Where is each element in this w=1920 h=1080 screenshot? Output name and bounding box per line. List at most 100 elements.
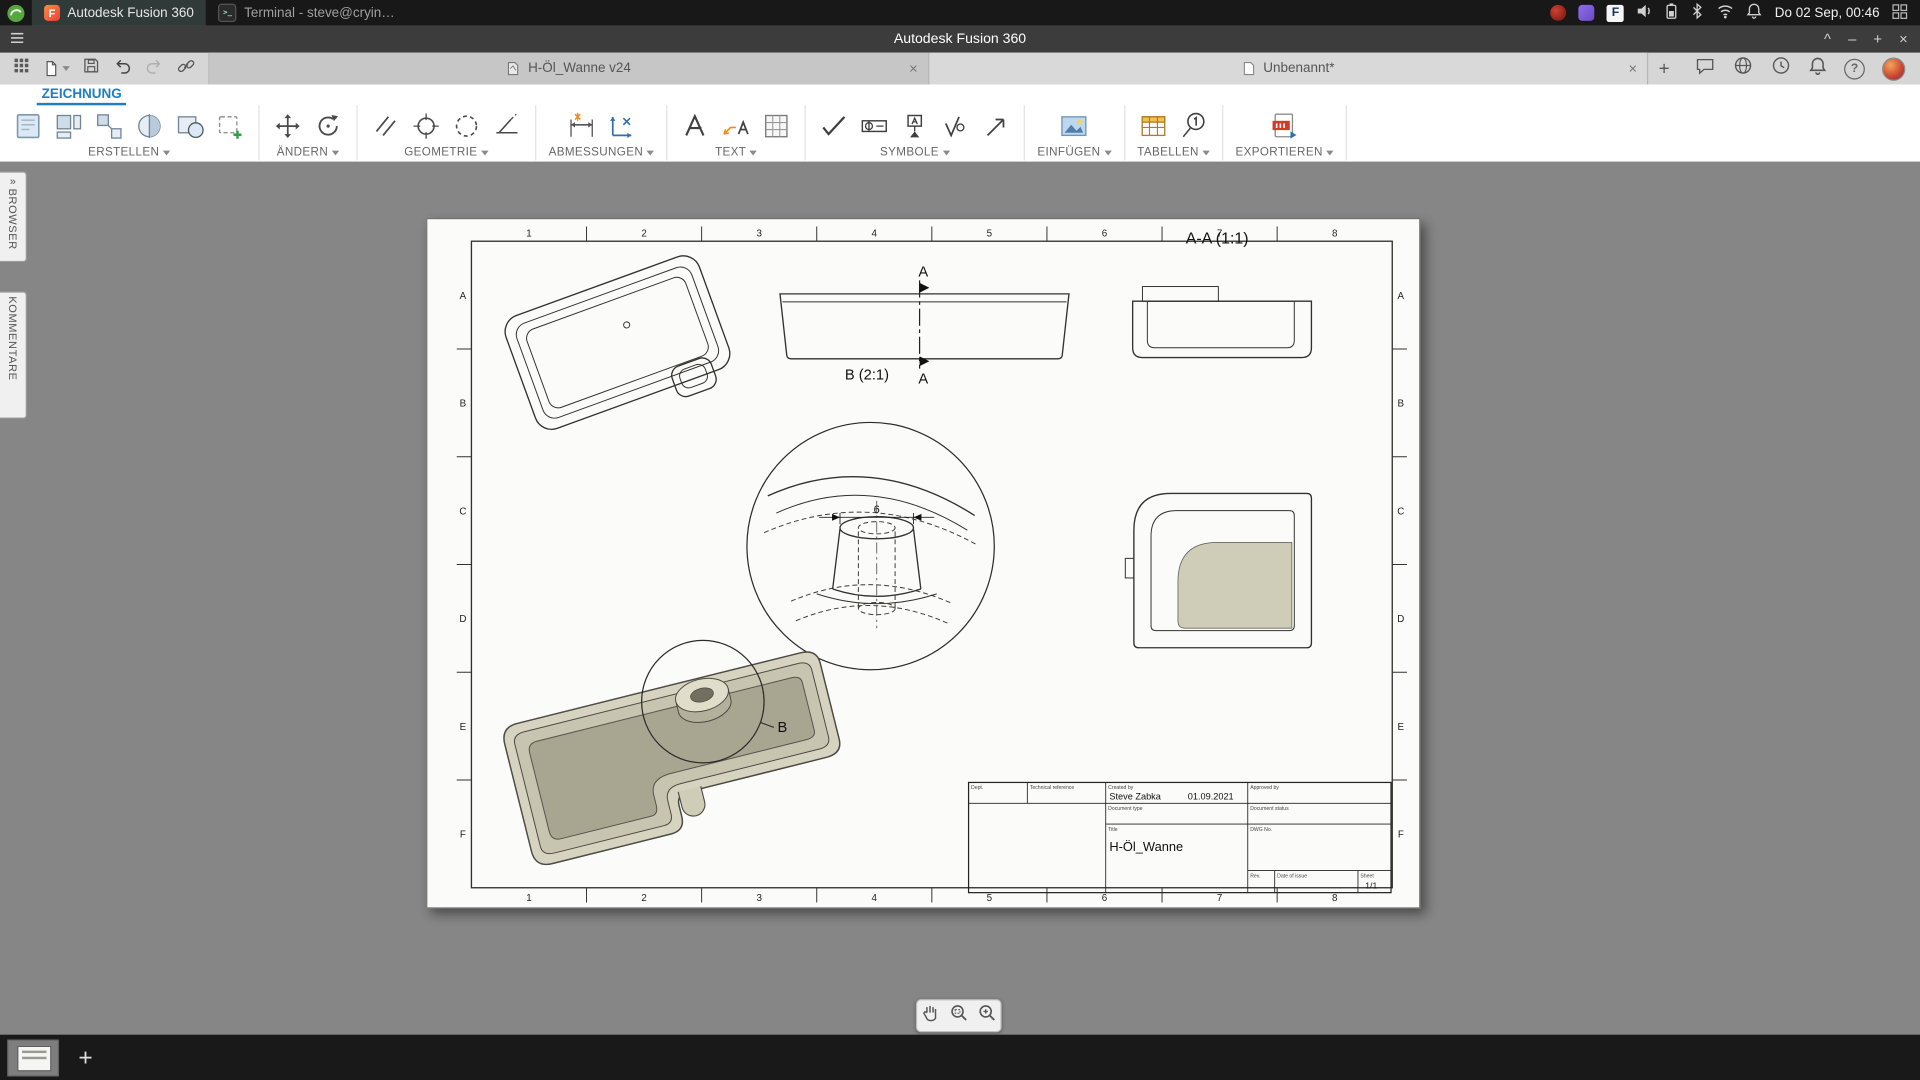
zone-label: F (460, 830, 466, 841)
titleblock-field-label: Document type (1108, 806, 1143, 812)
circle-icon[interactable] (451, 110, 483, 142)
group-dropdown-text[interactable]: TEXT (715, 146, 758, 159)
quick-access-toolbar (0, 52, 210, 85)
iso-wireframe-view[interactable] (500, 251, 739, 448)
notifications-icon[interactable] (1809, 56, 1827, 82)
desktop: F Autodesk Fusion 360 >_ Terminal - stev… (0, 0, 1920, 1080)
close-tab-icon[interactable]: × (1629, 60, 1638, 77)
group-dropdown-einfuegen[interactable]: EINFÜGEN (1037, 146, 1112, 159)
taskbar-window-fusion[interactable]: F Autodesk Fusion 360 (31, 0, 207, 26)
group-dropdown-erstellen[interactable]: ERSTELLEN (88, 146, 171, 159)
ordinate-dimension-icon[interactable] (606, 110, 638, 142)
start-menu-icon[interactable] (0, 3, 32, 23)
doc-tab-drawing[interactable]: H-Öl_Wanne v24 × (209, 52, 929, 85)
doc-tab-label: H-Öl_Wanne v24 (528, 61, 631, 76)
pdf-export-icon[interactable] (1269, 110, 1301, 142)
edge-symbol-icon[interactable] (980, 110, 1012, 142)
datum-icon[interactable] (899, 110, 931, 142)
image-icon[interactable] (1059, 110, 1091, 142)
tray-app-red-icon[interactable] (1550, 4, 1567, 21)
doc-tab-untitled[interactable]: Unbenannt* × (928, 52, 1649, 85)
bluetooth-icon[interactable] (1690, 2, 1705, 23)
drawing-canvas[interactable]: » BROWSER KOMMENTARE 1 2 3 4 5 6 7 8 1 2… (0, 161, 1920, 1035)
zone-label: 1 (526, 893, 531, 904)
help-icon[interactable]: ? (1844, 58, 1865, 79)
sketch-icon[interactable] (214, 110, 246, 142)
projected-view-icon[interactable] (93, 110, 125, 142)
sheet-icon[interactable] (12, 110, 44, 142)
section-view-icon[interactable] (133, 110, 165, 142)
online-status-icon[interactable] (1733, 55, 1754, 82)
group-dropdown-abmessungen[interactable]: ABMESSUNGEN (549, 146, 655, 159)
section-view-label: A-A (1:1) (1186, 231, 1249, 248)
history-icon[interactable] (1771, 55, 1792, 82)
base-view-icon[interactable] (53, 110, 85, 142)
taskbar-clock[interactable]: Do 02 Sep, 00:46 (1775, 6, 1880, 21)
sheet-number-value: 1/1 (1365, 880, 1377, 890)
drawing-sheet[interactable]: 1 2 3 4 5 6 7 8 1 2 3 4 5 6 7 8 A B C D … (426, 217, 1421, 909)
surface-finish-icon[interactable] (939, 110, 971, 142)
wifi-icon[interactable] (1717, 2, 1734, 23)
titleblock-field-label: Rev. (1250, 873, 1260, 879)
zoom-icon[interactable] (975, 1002, 997, 1030)
app-grid-icon[interactable] (12, 56, 30, 80)
tray-app-purple-icon[interactable] (1578, 4, 1595, 21)
titleblock-field-label: Sheet (1360, 873, 1374, 879)
group-dropdown-symbole[interactable]: SYMBOLE (880, 146, 950, 159)
comments-panel-tab[interactable]: KOMMENTARE (0, 291, 27, 419)
save-icon[interactable] (82, 56, 100, 80)
fusion-tray-icon[interactable]: F (1606, 4, 1625, 22)
zone-label: E (460, 722, 467, 733)
maximize-button[interactable]: + (1873, 26, 1882, 53)
section-view-corner[interactable] (1124, 492, 1313, 649)
title-block[interactable]: Dept. Technical reference Created by App… (967, 781, 1392, 894)
extend-icon[interactable] (491, 110, 523, 142)
battery-icon[interactable] (1666, 2, 1678, 23)
comment-icon[interactable] (1695, 56, 1716, 82)
detail-view-b[interactable]: 6 (746, 421, 995, 671)
front-view[interactable]: A A (779, 265, 1070, 388)
surface-check-icon[interactable] (818, 110, 850, 142)
group-dropdown-tabellen[interactable]: TABELLEN (1137, 146, 1210, 159)
section-view-aa[interactable] (1131, 286, 1313, 359)
undo-icon[interactable] (113, 56, 133, 80)
avatar[interactable] (1882, 56, 1906, 81)
move-icon[interactable] (272, 110, 304, 142)
share-link-icon[interactable] (176, 56, 196, 82)
browser-panel-tab[interactable]: » BROWSER (0, 171, 27, 263)
detail-view-icon[interactable] (174, 110, 206, 142)
taskbar-window-terminal[interactable]: >_ Terminal - steve@cryin… (206, 0, 407, 26)
zone-label: A (460, 291, 467, 302)
iso-shaded-view[interactable]: B (501, 639, 852, 867)
zone-label: D (459, 614, 466, 625)
rotate-icon[interactable] (312, 110, 344, 142)
group-dropdown-geometrie[interactable]: GEOMETRIE (404, 146, 489, 159)
workspace-tab-zeichnung[interactable]: ZEICHNUNG (36, 87, 127, 106)
dimension-icon[interactable] (565, 110, 597, 142)
pan-hand-icon[interactable] (920, 1002, 942, 1030)
leader-text-icon[interactable] (720, 110, 752, 142)
zone-label: 4 (872, 228, 878, 239)
tolerance-frame-icon[interactable] (859, 110, 891, 142)
bell-icon[interactable] (1747, 2, 1763, 23)
balloon-icon[interactable] (1178, 110, 1210, 142)
add-workspace-button[interactable]: + (78, 1045, 92, 1069)
close-window-button[interactable]: × (1899, 26, 1908, 53)
close-tab-icon[interactable]: × (909, 60, 918, 77)
group-dropdown-exportieren[interactable]: EXPORTIEREN (1236, 146, 1334, 159)
file-menu-icon[interactable] (43, 59, 70, 79)
centerline-icon[interactable] (370, 110, 402, 142)
minimize-button[interactable]: – (1848, 26, 1856, 53)
center-mark-icon[interactable] (410, 110, 442, 142)
panel-grid-icon[interactable] (1892, 3, 1908, 23)
volume-icon[interactable] (1636, 2, 1653, 23)
new-tab-button[interactable]: + (1648, 53, 1680, 85)
zoom-window-icon[interactable] (948, 1002, 970, 1030)
window-thumbnail[interactable] (7, 1038, 59, 1076)
symbol-table-icon[interactable] (761, 110, 793, 142)
shade-window-button[interactable]: ^ (1824, 26, 1831, 53)
table-icon[interactable] (1137, 110, 1169, 142)
group-dropdown-aendern[interactable]: ÄNDERN (277, 146, 340, 159)
redo-icon[interactable] (144, 56, 164, 80)
text-icon[interactable] (680, 110, 712, 142)
